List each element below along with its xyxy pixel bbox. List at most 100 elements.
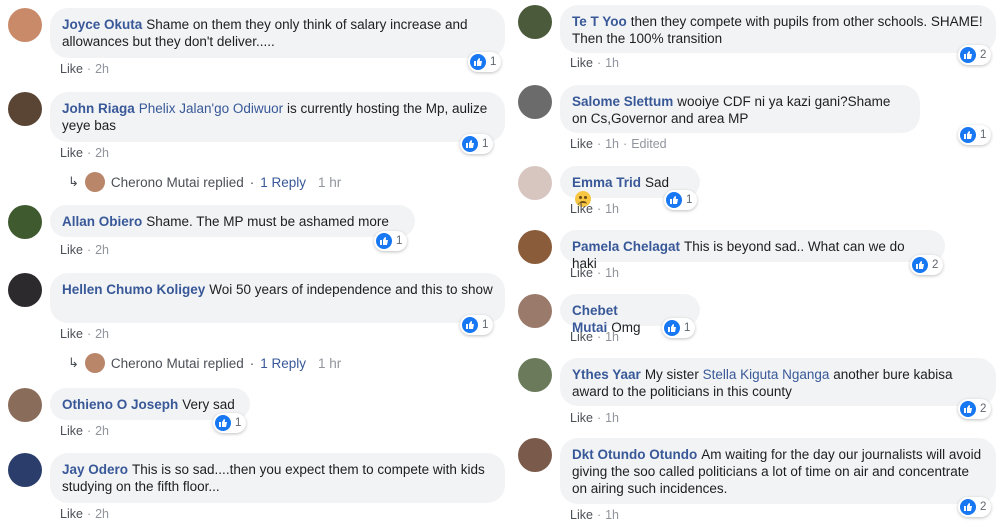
comment-bubble: Pamela Chelagat This is beyond sad.. What… [560,230,945,271]
thumbs-up-icon [960,401,976,417]
comment-author[interactable]: John Riaga [62,101,135,116]
reaction-count[interactable]: 1 [213,413,247,433]
like-link[interactable]: Like [60,327,83,341]
avatar[interactable] [8,205,42,239]
mention-link[interactable]: Stella Kiguta Nganga [703,367,830,382]
reaction-count[interactable]: 2 [958,45,992,65]
comment-bubble: Joyce Okuta Shame on them they only think… [50,8,505,58]
comment-actions: Like · 2h [60,327,110,341]
comment-time[interactable]: 1h [605,56,619,70]
avatar[interactable] [8,453,42,487]
thumbs-up-icon [960,499,976,515]
comment-bubble: John Riaga Phelix Jalan'go Odiwuor is cur… [50,92,505,142]
comment-text: Very sad [182,397,235,412]
comment-bubble: Salome Slettum wooiye CDF ni ya kazi gani… [560,85,920,133]
avatar[interactable] [8,92,42,126]
like-link[interactable]: Like [570,137,593,151]
comment-author[interactable]: Salome Slettum [572,94,673,109]
avatar [84,172,105,192]
comment-author[interactable]: Allan Obiero [62,214,142,229]
reaction-count[interactable]: 1 [374,231,408,251]
comment-author[interactable]: Jay Odero [62,462,128,477]
mention-link[interactable]: Phelix Jalan'go Odiwuor [139,101,283,116]
view-replies[interactable]: ↳ Cherono Mutai replied · 1 Reply 1 hr [68,172,341,192]
avatar[interactable] [8,388,42,422]
like-link[interactable]: Like [60,62,83,76]
comment-text: Shame. The MP must be ashamed more [146,214,389,229]
thumbs-up-icon [215,415,231,431]
comment-actions: Like · 2h [60,424,110,438]
comment-time[interactable]: 2h [95,62,109,76]
like-link[interactable]: Like [60,424,83,438]
reaction-count[interactable]: 2 [958,497,992,517]
comment-bubble: Jay Odero This is so sad....then you expe… [50,453,505,503]
avatar[interactable] [518,438,552,472]
edited-label[interactable]: Edited [631,137,666,151]
comment-actions: Like · 1h [570,56,620,70]
avatar [84,353,105,373]
reaction-count[interactable]: 1 [958,125,992,145]
like-link[interactable]: Like [570,411,593,425]
reaction-count[interactable]: 1 [460,134,494,154]
comment-time[interactable]: 2h [95,327,109,341]
comment-actions: Like · 1h [570,202,620,216]
replies-link[interactable]: 1 Reply [260,175,306,190]
avatar[interactable] [8,8,42,42]
comment-time[interactable]: 2h [95,243,109,257]
like-link[interactable]: Like [570,202,593,216]
reaction-count[interactable]: 1 [460,315,494,335]
comment-actions: Like · 1h [570,411,620,425]
reaction-count[interactable]: 2 [958,399,992,419]
avatar[interactable] [518,85,552,119]
comment-actions: Like · 1h · Edited [570,137,667,151]
reaction-count[interactable]: 1 [662,318,696,338]
reaction-count[interactable]: 1 [664,190,698,210]
view-replies[interactable]: ↳ Cherono Mutai replied · 1 Reply 1 hr [68,353,341,373]
comment-time[interactable]: 1h [605,508,619,522]
comment-author[interactable]: Joyce Okuta [62,17,142,32]
like-link[interactable]: Like [60,243,83,257]
reply-time: 1 hr [318,355,342,371]
comment-bubble: Hellen Chumo Koligey Woi 50 years of inde… [50,273,505,323]
avatar[interactable] [518,230,552,264]
comment-author[interactable]: Emma Trid [572,175,641,190]
reply-time: 1 hr [318,174,342,190]
avatar[interactable] [518,294,552,328]
comment-time[interactable]: 2h [95,507,109,521]
thumbs-up-icon [666,192,682,208]
like-link[interactable]: Like [570,508,593,522]
comment-actions: Like · 2h [60,146,110,160]
replier-text: Cherono Mutai replied [110,355,244,371]
reaction-count[interactable]: 2 [910,255,944,275]
like-link[interactable]: Like [60,146,83,160]
like-link[interactable]: Like [60,507,83,521]
avatar[interactable] [518,166,552,200]
avatar[interactable] [8,273,42,307]
comment-author[interactable]: Hellen Chumo Koligey [62,282,205,297]
like-link[interactable]: Like [570,266,593,280]
thumbs-up-icon [912,257,928,273]
like-link[interactable]: Like [570,330,593,344]
comment-author[interactable]: Dkt Otundo Otundo [572,447,697,462]
like-link[interactable]: Like [570,56,593,70]
comment-author[interactable]: Te T Yoo [572,14,627,29]
comment-bubble: Allan Obiero Shame. The MP must be ashame… [50,205,415,237]
comment-author[interactable]: Ythes Yaar [572,367,641,382]
thumbs-up-icon [664,320,680,336]
replies-link[interactable]: 1 Reply [260,356,306,371]
avatar[interactable] [518,358,552,392]
comment-time[interactable]: 1h [605,330,619,344]
reply-arrow-icon: ↳ [68,355,79,370]
avatar[interactable] [518,5,552,39]
comment-time[interactable]: 1h [605,137,619,151]
comment-time[interactable]: 1h [605,202,619,216]
comment-actions: Like · 1h [570,508,620,522]
comment-time[interactable]: 2h [95,146,109,160]
comment-time[interactable]: 1h [605,266,619,280]
comment-author[interactable]: Pamela Chelagat [572,239,680,254]
comment-time[interactable]: 2h [95,424,109,438]
reaction-count[interactable]: 1 [468,52,502,72]
comment-actions: Like · 2h [60,62,110,76]
comment-time[interactable]: 1h [605,411,619,425]
comment-author[interactable]: Othieno O Joseph [62,397,178,412]
